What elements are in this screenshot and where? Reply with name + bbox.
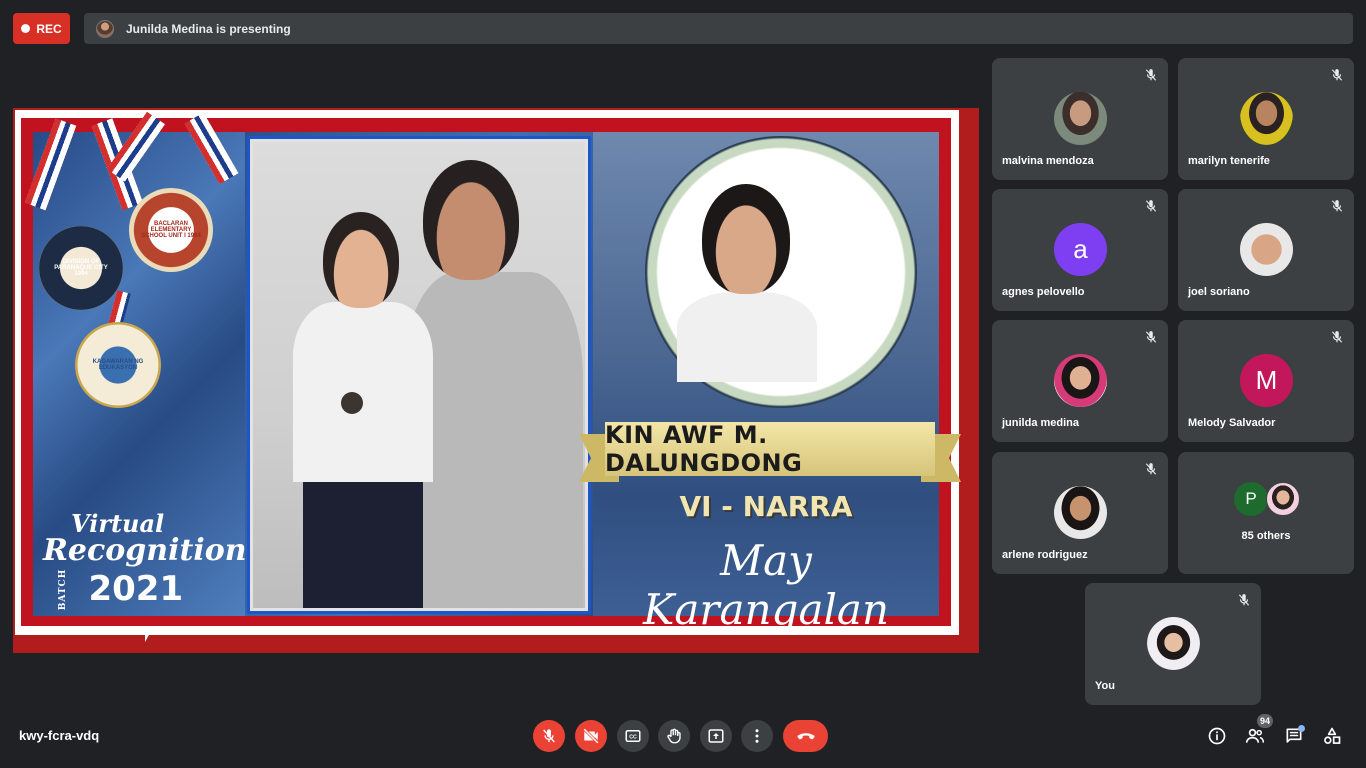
participant-count-badge: 94 [1257, 714, 1273, 728]
batch-year: 2021 [88, 569, 184, 609]
participant-tile[interactable]: M Melody Salvador [1178, 320, 1354, 442]
camera-toggle-button[interactable] [575, 720, 607, 752]
svg-text:CC: CC [629, 734, 637, 740]
slide-right-panel: KIN AWF M. DALUNGDONG VI - NARRA May Kar… [579, 132, 961, 634]
participant-avatar [1240, 223, 1293, 276]
slide-left-panel: DIVISION OF PARANAQUE CITY 1994 BACLARAN… [24, 111, 247, 616]
self-name: You [1095, 680, 1115, 692]
self-avatar [1147, 617, 1200, 670]
name-banner: KIN AWF M. DALUNGDONG [579, 421, 961, 482]
participant-tile[interactable]: marilyn tenerife [1178, 58, 1354, 180]
presenting-banner[interactable]: Junilda Medina is presenting [84, 13, 1353, 44]
deped-seal: KAGAWARAN NG EDUKASYON [75, 322, 161, 408]
virtual-recognition-title: Virtual Recognition BATCH 2021 [43, 509, 247, 610]
student-section: VI - NARRA [679, 490, 853, 523]
participant-tile[interactable]: malvina mendoza [992, 58, 1168, 180]
honor-title: May Karangalan [642, 536, 890, 634]
record-dot-icon [21, 24, 31, 33]
mic-off-icon [1331, 69, 1343, 81]
medal-icon [341, 392, 363, 414]
activities-icon [1324, 727, 1341, 744]
meeting-details-button[interactable] [1205, 724, 1229, 748]
medal-ribbon [24, 118, 77, 211]
participant-tile[interactable]: a agnes pelovello [992, 189, 1168, 311]
closed-captions-icon: CC [625, 730, 641, 742]
participant-avatar: M [1240, 354, 1293, 407]
others-avatar [1266, 482, 1300, 516]
participant-avatar [1054, 354, 1107, 407]
mic-off-icon [1145, 200, 1157, 212]
meeting-code[interactable]: kwy-fcra-vdq [19, 728, 99, 743]
participant-avatar [1054, 486, 1107, 539]
mic-off-icon [1331, 331, 1343, 343]
participant-name: agnes pelovello [1002, 286, 1085, 298]
participant-name: marilyn tenerife [1188, 155, 1270, 167]
student-portrait [702, 184, 790, 294]
participant-avatar: a [1054, 223, 1107, 276]
participant-tile[interactable]: joel soriano [1178, 189, 1354, 311]
others-avatar: P [1234, 482, 1268, 516]
participant-tile[interactable]: junilda medina [992, 320, 1168, 442]
presentation-stage[interactable]: DIVISION OF PARANAQUE CITY 1994 BACLARAN… [13, 108, 979, 653]
activities-button[interactable] [1320, 724, 1344, 748]
participant-name: arlene rodriguez [1002, 549, 1088, 561]
present-screen-button[interactable] [700, 720, 732, 752]
recording-indicator: REC [13, 13, 70, 44]
more-vert-icon [755, 729, 759, 743]
mouse-cursor-icon [145, 633, 150, 642]
mic-off-icon [1145, 463, 1157, 475]
mic-off-icon [1145, 69, 1157, 81]
mic-off-icon [1145, 331, 1157, 343]
chat-notification-dot [1298, 725, 1305, 732]
presenter-avatar [96, 19, 114, 38]
student-photo-frame [247, 136, 591, 614]
others-count: 85 others [1241, 530, 1291, 542]
hang-up-icon [797, 733, 814, 740]
more-options-button[interactable] [741, 720, 773, 752]
participant-tile[interactable]: arlene rodriguez [992, 452, 1168, 574]
mic-off-icon [1238, 594, 1250, 606]
end-call-button[interactable] [783, 720, 828, 752]
present-icon [708, 729, 724, 743]
recording-label: REC [36, 21, 62, 36]
participant-name: malvina mendoza [1002, 155, 1094, 167]
participant-name: Melody Salvador [1188, 417, 1276, 429]
participant-name: joel soriano [1188, 286, 1250, 298]
participant-avatar [1240, 92, 1293, 145]
raise-hand-button[interactable] [658, 720, 690, 752]
participant-name: junilda medina [1002, 417, 1080, 429]
mic-off-icon [543, 729, 555, 743]
participant-avatar [1054, 92, 1107, 145]
student-name: KIN AWF M. DALUNGDONG [605, 421, 935, 477]
medal-ribbon [184, 112, 239, 185]
top-bar: REC Junilda Medina is presenting [0, 0, 1366, 56]
self-tile[interactable]: You [1085, 583, 1261, 705]
captions-button[interactable]: CC [617, 720, 649, 752]
hand-icon [667, 728, 681, 744]
mic-off-icon [1331, 200, 1343, 212]
camera-off-icon [583, 728, 599, 744]
info-icon [1208, 727, 1226, 745]
others-tile[interactable]: P 85 others [1178, 452, 1354, 574]
presenting-text: Junilda Medina is presenting [126, 21, 291, 36]
microphone-toggle-button[interactable] [533, 720, 565, 752]
division-seal: DIVISION OF PARANAQUE CITY 1994 [39, 226, 123, 310]
people-icon [1245, 728, 1265, 743]
student-with-parent-photo [253, 142, 585, 608]
school-seal: BACLARAN ELEMENTARY SCHOOL UNIT I 1984 [129, 188, 213, 272]
presentation-slide: DIVISION OF PARANAQUE CITY 1994 BACLARAN… [15, 110, 961, 635]
